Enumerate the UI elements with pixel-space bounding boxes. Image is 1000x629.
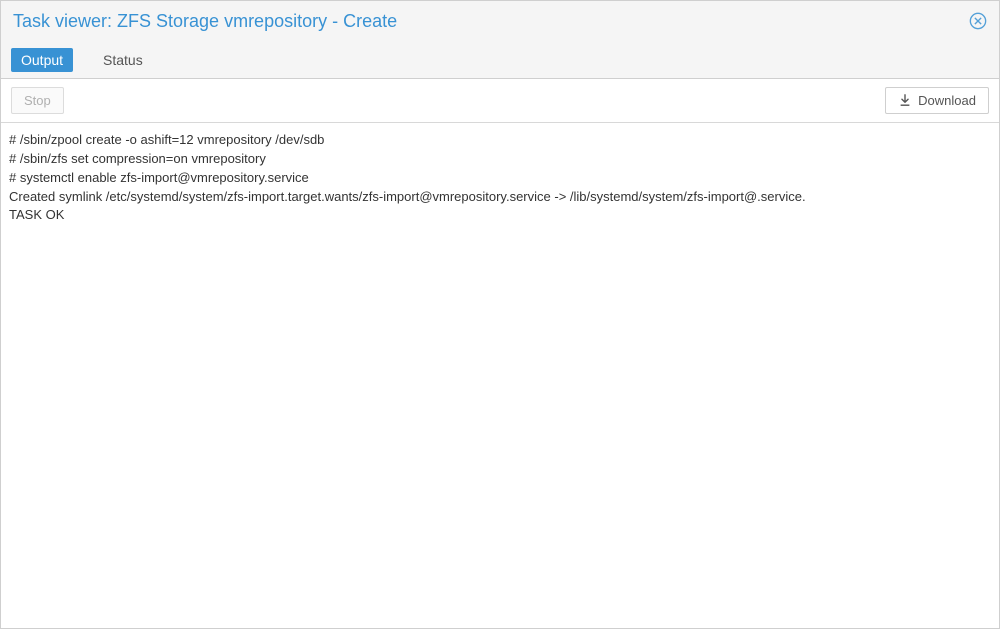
stop-button-label: Stop [24, 93, 51, 108]
download-icon [898, 94, 912, 108]
tab-output[interactable]: Output [11, 48, 73, 72]
toolbar: Stop Download [1, 79, 999, 122]
task-viewer-window: Task viewer: ZFS Storage vmrepository - … [0, 0, 1000, 629]
close-icon[interactable] [969, 12, 987, 30]
titlebar: Task viewer: ZFS Storage vmrepository - … [1, 1, 999, 41]
stop-button[interactable]: Stop [11, 87, 64, 114]
task-log-output[interactable]: # /sbin/zpool create -o ashift=12 vmrepo… [1, 122, 999, 628]
tabbar: Output Status [1, 41, 999, 79]
content-panel: Stop Download # /sbin/zpool create -o as… [1, 79, 999, 628]
download-button[interactable]: Download [885, 87, 989, 114]
tab-status[interactable]: Status [93, 48, 153, 72]
window-title: Task viewer: ZFS Storage vmrepository - … [13, 11, 397, 32]
download-button-label: Download [918, 93, 976, 108]
